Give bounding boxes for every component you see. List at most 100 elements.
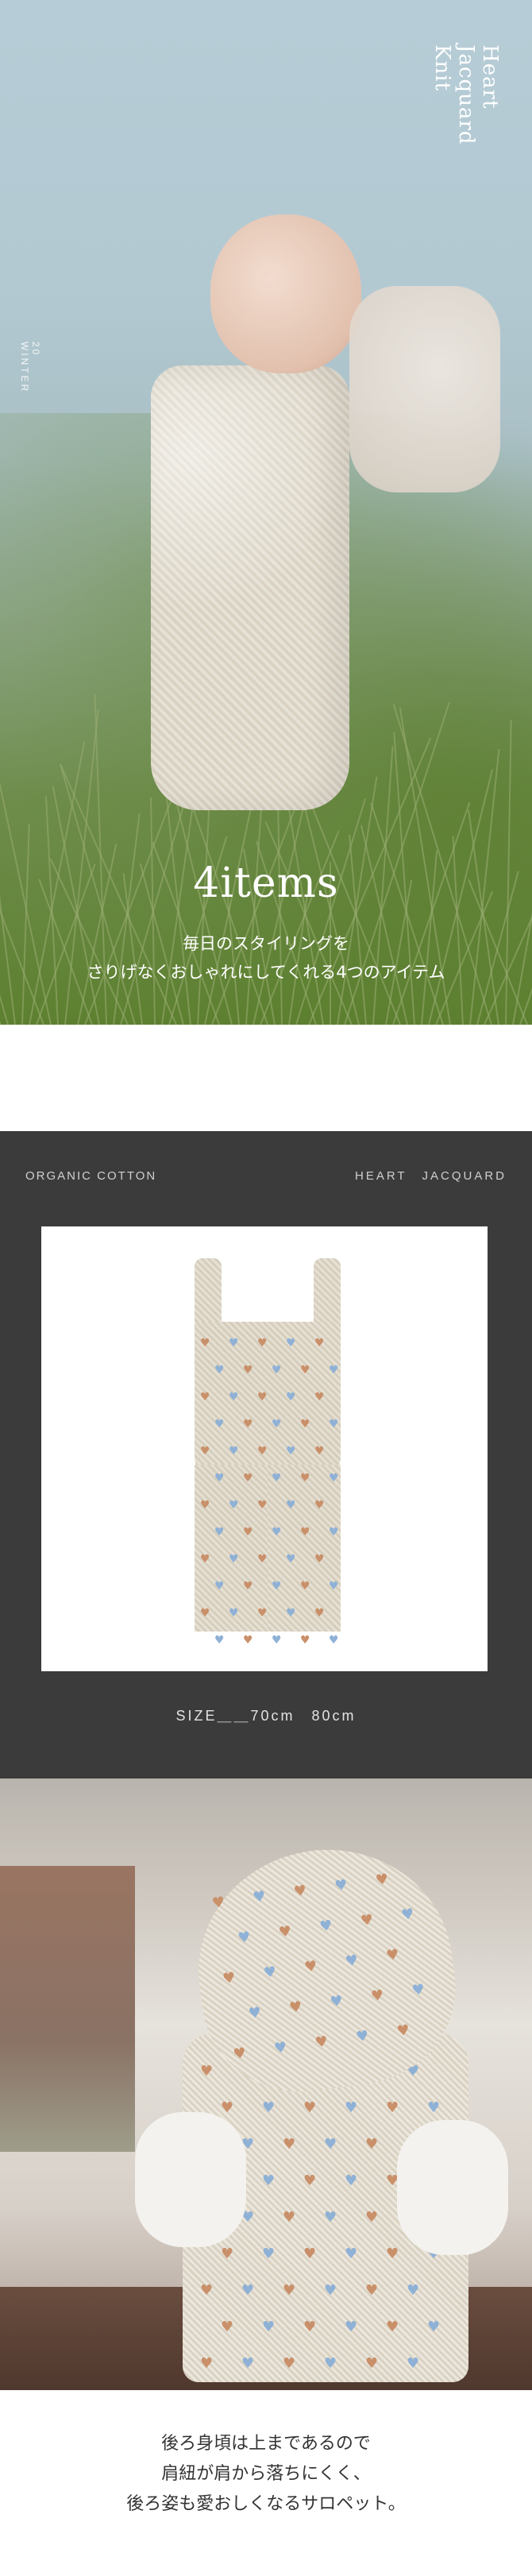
brand-line-2: Jacquard xyxy=(454,44,478,145)
heart-motif: ♥ xyxy=(229,1607,239,1620)
heart-motif: ♥ xyxy=(329,1418,339,1431)
product-photo: ♥ ♥ ♥ ♥ ♥ ♥ ♥ ♥ ♥ ♥ ♥ ♥ ♥ ♥ ♥ ♥ ♥ ♥ ♥ ♥ ♥ ♥ ♥ ♥ ♥ ♥ ♥ ♥ ♥ ♥ ♥ ♥ ♥ ♥ ♥ ♥ ♥ ♥ ♥ ♥… xyxy=(41,1226,488,1671)
heart-motif: ♥ xyxy=(283,2136,296,2153)
heart-motif: ♥ xyxy=(243,1364,253,1377)
heart-motif: ♥ xyxy=(386,2246,399,2262)
hero-subtitle: 毎日のスタイリングを さりげなくおしゃれにしてくれる4つのアイテム xyxy=(0,929,532,987)
heart-motif: ♥ xyxy=(252,1887,268,1906)
heart-motif: ♥ xyxy=(257,1499,268,1512)
background-building xyxy=(0,1866,135,2152)
baby-photo xyxy=(143,214,381,834)
heart-motif: ♥ xyxy=(272,1472,282,1485)
caption-line-3: 後ろ姿も愛おしくなるサロペット。 xyxy=(126,2494,406,2514)
heart-motif: ♥ xyxy=(241,2355,255,2372)
heart-motif: ♥ xyxy=(221,2099,234,2116)
season-name: WINTER xyxy=(19,342,30,394)
heart-motif: ♥ xyxy=(300,1472,310,1485)
heart-motif: ♥ xyxy=(262,2319,276,2335)
heart-motif: ♥ xyxy=(277,1922,293,1941)
heart-motif: ♥ xyxy=(329,1580,339,1593)
heart-motif: ♥ xyxy=(427,2099,441,2116)
heart-motif: ♥ xyxy=(300,1634,310,1647)
adult-hand xyxy=(349,286,500,492)
page: Heart Jacquard Knit 20 WINTER 4items 毎日の… xyxy=(0,0,532,2576)
heart-motif: ♥ xyxy=(324,2209,337,2226)
heart-motif: ♥ xyxy=(257,1337,268,1350)
heart-motif: ♥ xyxy=(286,1553,296,1566)
heart-motif: ♥ xyxy=(262,2246,276,2262)
baby-overall xyxy=(151,365,349,810)
heart-motif: ♥ xyxy=(344,1952,360,1971)
heart-motif: ♥ xyxy=(200,1499,210,1512)
heart-motif: ♥ xyxy=(386,2319,399,2335)
heart-motif: ♥ xyxy=(257,1553,268,1566)
season-year: 20 xyxy=(30,342,41,357)
heart-motif: ♥ xyxy=(300,1580,310,1593)
heart-motif: ♥ xyxy=(354,2027,370,2046)
heart-motif: ♥ xyxy=(247,2003,263,2022)
heart-motif: ♥ xyxy=(345,2172,358,2189)
heart-motif: ♥ xyxy=(283,2209,296,2226)
heart-motif: ♥ xyxy=(395,2022,411,2041)
heart-motif: ♥ xyxy=(243,1634,253,1647)
heart-motif: ♥ xyxy=(411,1980,426,2000)
heart-motif: ♥ xyxy=(314,2033,330,2052)
heart-motif: ♥ xyxy=(257,1445,268,1458)
heart-motif: ♥ xyxy=(314,1499,325,1512)
heart-motif: ♥ xyxy=(365,2136,379,2153)
heart-motif: ♥ xyxy=(243,1526,253,1539)
brand-line-1: Heart xyxy=(478,44,502,110)
heart-motif: ♥ xyxy=(229,1391,239,1404)
heart-motif: ♥ xyxy=(272,1526,282,1539)
back-view-photo: ♥ ♥ ♥ ♥ ♥ ♥ ♥ ♥ ♥ ♥ ♥ ♥ ♥ ♥ ♥ ♥ ♥ ♥ ♥ ♥ ♥ ♥ ♥ ♥ ♥ ♥ ♥ ♥ ♥ ♥ ♥ ♥ ♥ ♥ ♥ ♥ ♥ ♥ ♥ ♥… xyxy=(0,1778,532,2390)
hero-subtitle-line-2: さりげなくおしゃれにしてくれる4つのアイテム xyxy=(87,963,445,982)
heart-motif: ♥ xyxy=(303,2099,317,2116)
heart-motif: ♥ xyxy=(303,2246,317,2262)
heart-motif: ♥ xyxy=(345,2246,358,2262)
heart-motif: ♥ xyxy=(200,1391,210,1404)
heart-motif: ♥ xyxy=(262,2099,276,2116)
heart-motif: ♥ xyxy=(262,1963,278,1982)
heart-motif: ♥ xyxy=(283,2355,296,2372)
heart-motif: ♥ xyxy=(200,2355,214,2372)
season-vertical-label: 20 WINTER xyxy=(19,342,41,393)
heart-motif: ♥ xyxy=(333,1876,349,1895)
product-section: ORGANIC COTTON HEART JACQUARD ♥ ♥ ♥ ♥ ♥ ♥ ♥ ♥ ♥ ♥… xyxy=(0,1131,532,1778)
hero-subtitle-line-1: 毎日のスタイリングを xyxy=(183,934,349,953)
heart-motif: ♥ xyxy=(243,1580,253,1593)
heart-motif: ♥ xyxy=(385,1946,400,1965)
heart-motif: ♥ xyxy=(222,1969,237,1988)
heart-motif: ♥ xyxy=(200,1337,210,1350)
heart-motif: ♥ xyxy=(214,1418,225,1431)
heart-motif: ♥ xyxy=(374,1870,390,1890)
heart-motif: ♥ xyxy=(200,1607,210,1620)
left-sleeve xyxy=(135,2112,246,2247)
heart-motif: ♥ xyxy=(210,1893,226,1912)
heart-motif: ♥ xyxy=(272,1634,282,1647)
heart-motif: ♥ xyxy=(324,2355,337,2372)
heart-motif: ♥ xyxy=(286,1337,296,1350)
heart-motif: ♥ xyxy=(286,1607,296,1620)
heart-motif: ♥ xyxy=(200,2282,214,2299)
baby-head xyxy=(210,214,361,373)
heart-motif: ♥ xyxy=(324,2282,337,2299)
heart-motif: ♥ xyxy=(427,2319,441,2335)
heart-motif: ♥ xyxy=(303,2172,317,2189)
heart-motif: ♥ xyxy=(365,2209,379,2226)
heart-motif: ♥ xyxy=(200,2063,214,2080)
heart-motif: ♥ xyxy=(314,1337,325,1350)
heart-motif: ♥ xyxy=(359,1911,375,1930)
heart-motif: ♥ xyxy=(229,1499,239,1512)
heart-motif: ♥ xyxy=(232,2045,248,2064)
heart-motif: ♥ xyxy=(314,1607,325,1620)
heart-motif: ♥ xyxy=(329,1526,339,1539)
heart-motif: ♥ xyxy=(257,1607,268,1620)
heart-motif: ♥ xyxy=(300,1364,310,1377)
pattern-label: HEART JACQUARD xyxy=(355,1169,507,1183)
heart-motif: ♥ xyxy=(369,1987,385,2006)
caption-line-1: 後ろ身頃は上まであるので xyxy=(161,2434,371,2454)
heart-motif: ♥ xyxy=(241,2282,255,2299)
heart-motif: ♥ xyxy=(292,1882,308,1901)
heart-motif: ♥ xyxy=(286,1391,296,1404)
heart-motif: ♥ xyxy=(386,2099,399,2116)
